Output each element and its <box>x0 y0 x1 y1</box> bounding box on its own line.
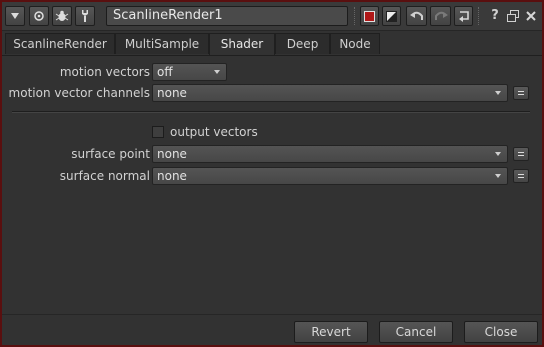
chevron-down-icon <box>495 91 501 95</box>
motion-vector-channels-label: motion vector channels <box>8 86 150 100</box>
surface-normal-value: none <box>157 169 187 183</box>
cancel-button[interactable]: Cancel <box>379 321 453 343</box>
undo-icon[interactable] <box>406 6 427 26</box>
close-button[interactable]: Close <box>464 321 538 343</box>
revert-icon[interactable] <box>454 6 473 26</box>
wrench-icon[interactable] <box>75 6 95 26</box>
motion-vector-channels-dropdown[interactable]: none <box>152 84 508 102</box>
tab-multisample[interactable]: MultiSample <box>115 33 209 54</box>
chevron-down-icon <box>214 70 220 74</box>
tab-node[interactable]: Node <box>330 33 380 54</box>
toolbar-divider <box>478 7 481 25</box>
chevron-down-icon <box>495 152 501 156</box>
surface-point-split-button[interactable] <box>513 147 529 161</box>
surface-point-value: none <box>157 147 187 161</box>
channels-split-button[interactable] <box>513 86 529 100</box>
motion-vector-channels-value: none <box>157 86 187 100</box>
chevron-down-icon <box>495 174 501 178</box>
section-divider <box>12 111 530 113</box>
collapse-arrow-icon[interactable] <box>5 6 25 26</box>
output-vectors-checkbox[interactable] <box>152 126 164 138</box>
motion-vectors-value: off <box>157 65 173 79</box>
tab-shader[interactable]: Shader <box>209 33 275 55</box>
motion-vectors-label: motion vectors <box>59 65 150 79</box>
surface-point-label: surface point <box>71 147 150 161</box>
help-icon[interactable]: ? <box>489 8 501 24</box>
color-swatch-icon[interactable] <box>382 6 401 26</box>
surface-normal-split-button[interactable] <box>513 169 529 183</box>
float-icon[interactable] <box>507 10 519 22</box>
tab-scanlinerender[interactable]: ScanlineRender <box>5 33 115 54</box>
circle-icon[interactable] <box>29 6 49 26</box>
surface-point-dropdown[interactable]: none <box>152 145 508 163</box>
surface-normal-dropdown[interactable]: none <box>152 167 508 185</box>
motion-vectors-dropdown[interactable]: off <box>152 63 227 81</box>
properties-panel: ScanlineRender1 ? ScanlineRender MultiSa… <box>2 2 542 345</box>
button-bar <box>2 314 542 346</box>
redo-icon[interactable] <box>430 6 451 26</box>
surface-normal-label: surface normal <box>59 169 150 183</box>
toolbar: ScanlineRender1 ? <box>2 2 542 31</box>
revert-button[interactable]: Revert <box>294 321 368 343</box>
tab-bar: ScanlineRender MultiSample Shader Deep N… <box>2 33 542 56</box>
toolbar-divider <box>354 7 357 25</box>
red-square-icon[interactable] <box>360 6 379 26</box>
bug-icon[interactable] <box>52 6 72 26</box>
output-vectors-label: output vectors <box>170 125 258 139</box>
close-icon[interactable] <box>525 10 537 22</box>
tab-deep[interactable]: Deep <box>275 33 330 54</box>
node-name-field[interactable]: ScanlineRender1 <box>106 6 348 26</box>
